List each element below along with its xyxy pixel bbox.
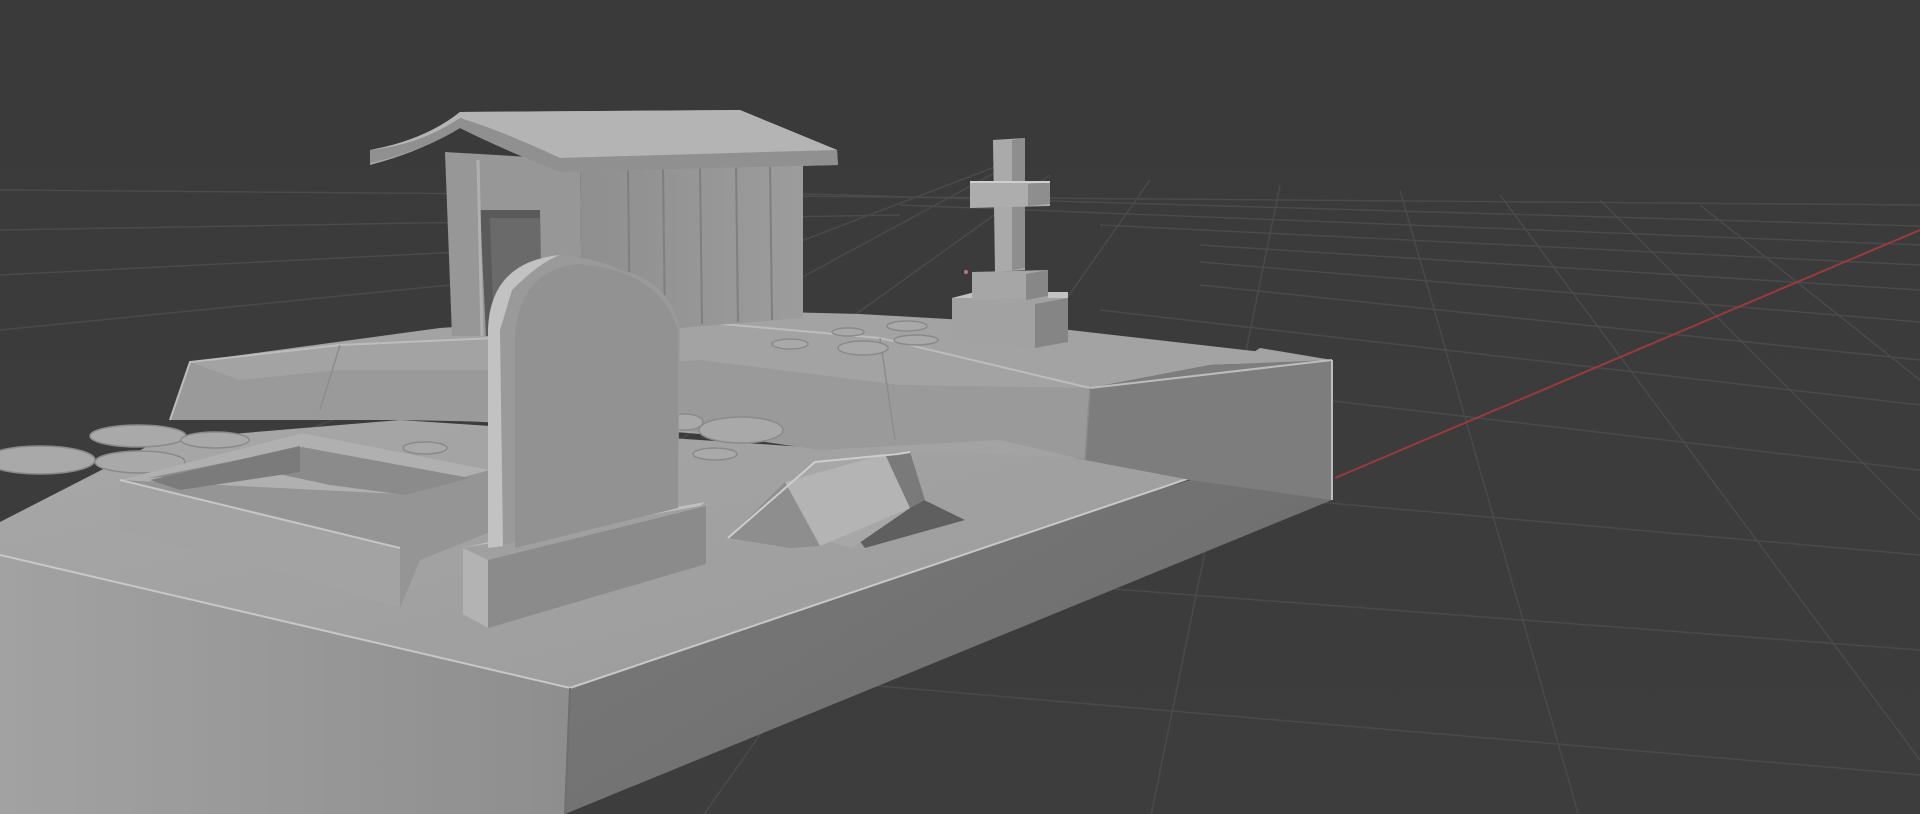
viewport-canvas[interactable] <box>0 0 1920 814</box>
3d-viewport[interactable] <box>0 0 1920 814</box>
origin-marker <box>964 270 968 274</box>
rounded-tombstone[interactable] <box>463 255 706 628</box>
